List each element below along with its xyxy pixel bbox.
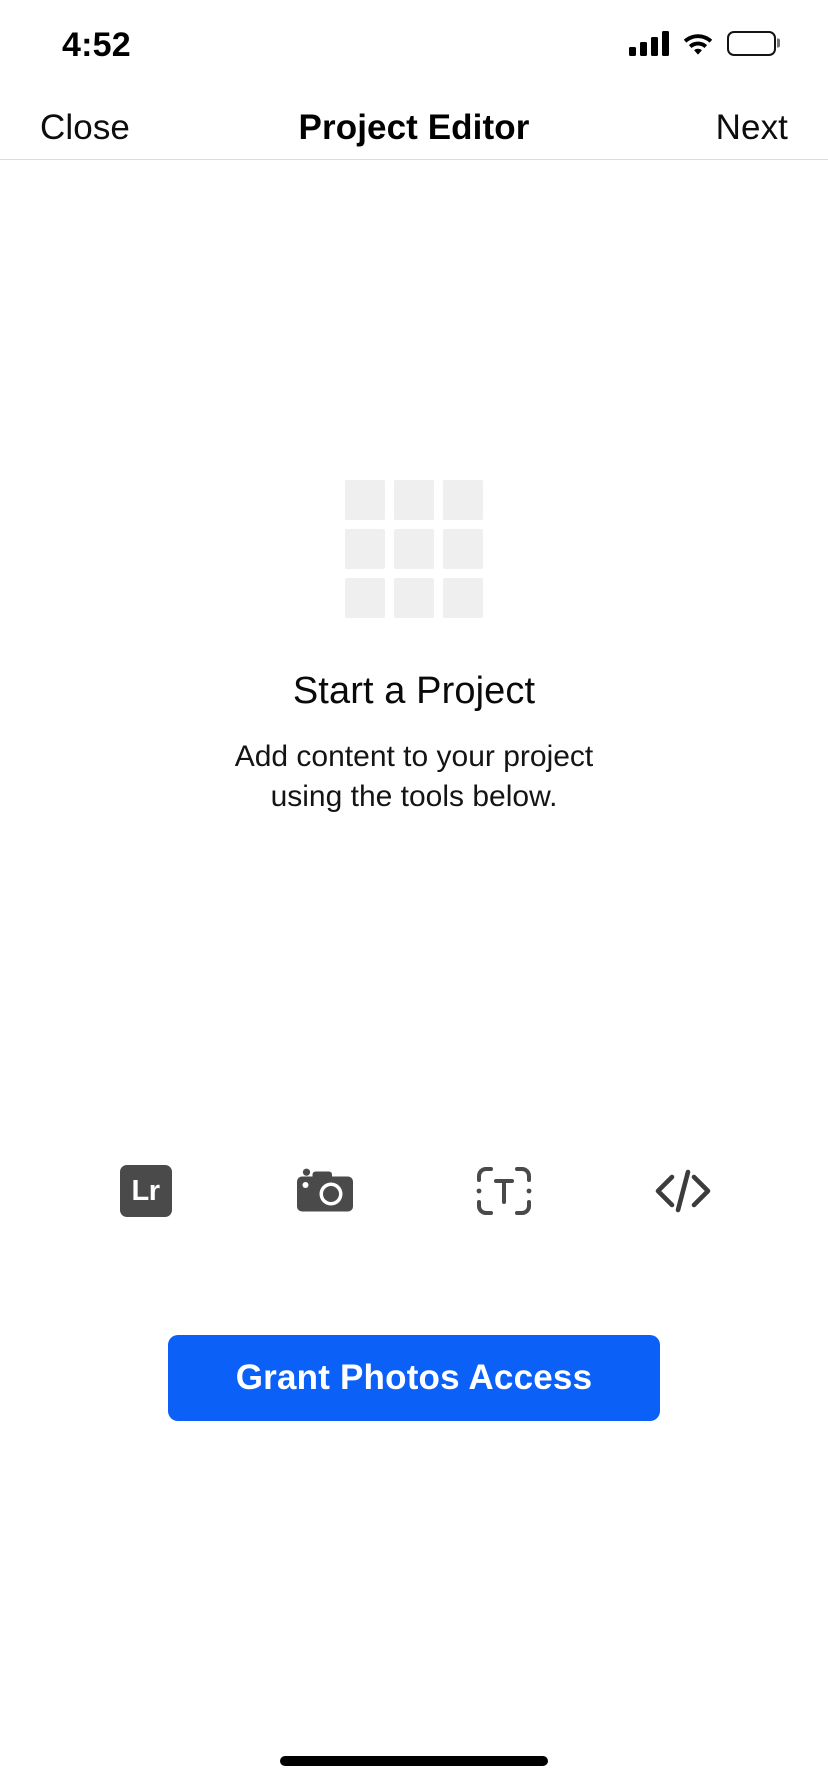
next-button[interactable]: Next [714, 104, 790, 152]
signal-bars-icon [629, 30, 669, 56]
empty-state: Start a Project Add content to your proj… [0, 480, 828, 817]
wifi-icon [682, 31, 714, 56]
tool-button-camera[interactable] [279, 1145, 371, 1237]
tool-button-text[interactable] [458, 1145, 550, 1237]
empty-state-subtitle-line2: using the tools below. [270, 779, 558, 813]
text-box-icon [476, 1166, 532, 1216]
status-bar: 4:52 [0, 0, 828, 96]
status-bar-icons [629, 30, 776, 56]
lightroom-lr-icon: Lr [119, 1165, 172, 1217]
empty-state-title: Start a Project [292, 670, 536, 712]
code-brackets-icon [650, 1166, 716, 1216]
cta-container: Grant Photos Access [0, 1335, 828, 1421]
editor-canvas: Start a Project Add content to your proj… [0, 160, 828, 1792]
empty-state-subtitle-line1: Add content to your project [234, 740, 594, 773]
status-bar-time: 4:52 [62, 26, 131, 64]
grant-photos-access-button[interactable]: Grant Photos Access [168, 1335, 660, 1421]
tool-button-embed-code[interactable] [637, 1145, 729, 1237]
content-tools-toolbar: Lr [0, 1145, 828, 1237]
camera-icon [295, 1167, 355, 1215]
empty-state-subtitle: Add content to your project using the to… [235, 737, 594, 817]
battery-icon [727, 30, 776, 56]
home-indicator[interactable] [280, 1756, 548, 1766]
grid-placeholder-icon [345, 480, 483, 618]
navigation-bar: Close Project Editor Next [0, 96, 828, 160]
close-button[interactable]: Close [38, 104, 132, 152]
tool-button-lightroom[interactable]: Lr [100, 1145, 192, 1237]
app-screen: 4:52 Close Project Editor Next Start a P… [0, 0, 828, 1792]
